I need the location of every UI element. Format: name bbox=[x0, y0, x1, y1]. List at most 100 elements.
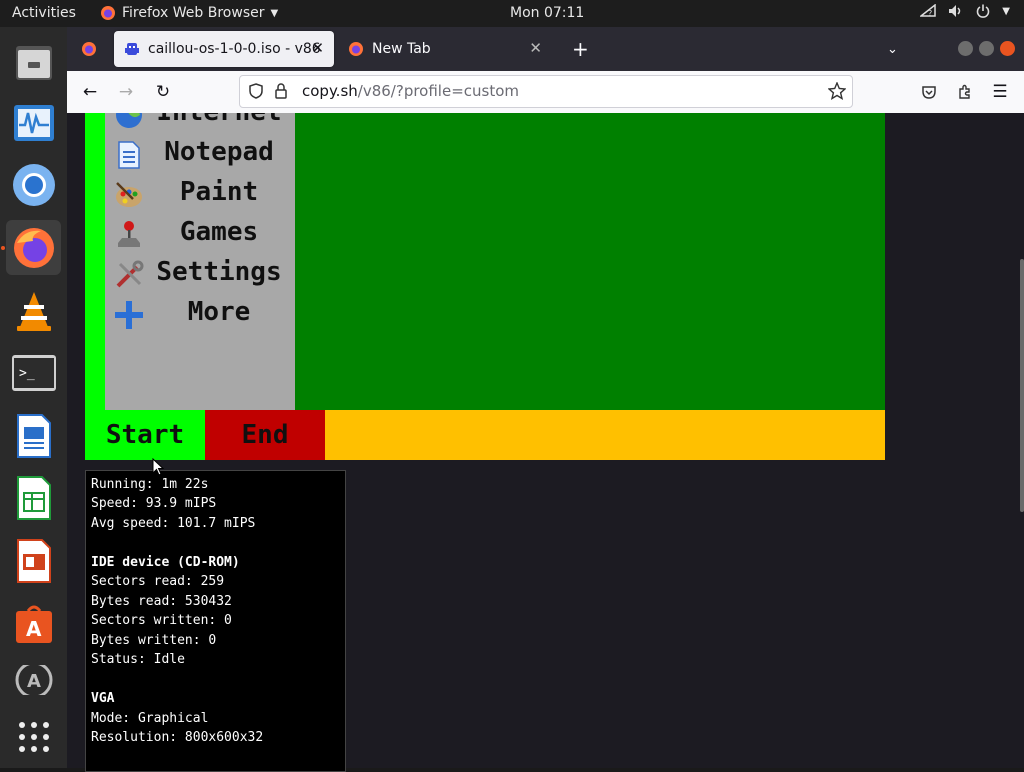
firefox-view-button[interactable] bbox=[75, 31, 103, 67]
menu-item-label: Notepad bbox=[164, 137, 274, 167]
system-monitor-icon bbox=[13, 104, 54, 141]
list-all-tabs-button[interactable]: ⌄ bbox=[887, 31, 907, 67]
svg-text:A: A bbox=[27, 671, 41, 692]
plus-icon: + bbox=[572, 37, 589, 61]
close-window-button[interactable] bbox=[1000, 41, 1015, 56]
tab-new-tab[interactable]: New Tab ✕ bbox=[342, 31, 552, 67]
window-controls bbox=[958, 41, 1015, 56]
menu-button[interactable]: ☰ bbox=[988, 80, 1012, 104]
dock-vlc[interactable] bbox=[6, 283, 61, 338]
firefox-icon bbox=[101, 6, 115, 20]
firefox-window: caillou-os-1-0-0.iso - v86 ✕ New Tab ✕ +… bbox=[67, 27, 1024, 772]
menu-item-internet[interactable]: Internet bbox=[105, 113, 295, 135]
dock-system-monitor[interactable] bbox=[6, 95, 61, 150]
close-tab-icon[interactable]: ✕ bbox=[311, 39, 324, 57]
vm-taskbar: Start End bbox=[85, 410, 885, 460]
dock-firefox[interactable] bbox=[6, 220, 61, 275]
new-tab-button[interactable]: + bbox=[572, 31, 592, 67]
start-menu: Internet Notepad Paint Games Settings bbox=[105, 113, 295, 410]
system-tray[interactable]: ? ▼ bbox=[920, 4, 1010, 18]
vm-left-strip bbox=[85, 113, 105, 410]
chromium-icon bbox=[12, 163, 55, 206]
impress-icon bbox=[16, 538, 51, 583]
tab-caillou[interactable]: caillou-os-1-0-0.iso - v86 ✕ bbox=[114, 31, 334, 67]
vm-screen[interactable]: Internet Notepad Paint Games Settings bbox=[85, 113, 885, 460]
puzzle-icon bbox=[959, 84, 970, 99]
dock-chromium[interactable] bbox=[6, 157, 61, 212]
reload-icon: ↻ bbox=[155, 82, 171, 102]
menu-item-games[interactable]: Games bbox=[105, 215, 295, 255]
chevron-down-icon: ⌄ bbox=[887, 41, 898, 57]
dock: >_ A A bbox=[0, 27, 67, 768]
pocket-button[interactable] bbox=[917, 80, 941, 104]
bookmark-star-icon[interactable] bbox=[828, 82, 846, 100]
dock-terminal[interactable]: >_ bbox=[6, 345, 61, 400]
menu-item-label: Settings bbox=[156, 257, 282, 287]
svg-text:?: ? bbox=[928, 9, 932, 18]
chevron-down-icon: ▼ bbox=[1002, 5, 1010, 17]
lock-icon bbox=[275, 83, 287, 99]
power-icon bbox=[977, 4, 990, 18]
hamburger-icon: ☰ bbox=[992, 82, 1008, 102]
menu-item-label: Paint bbox=[179, 177, 259, 207]
running-indicator bbox=[1, 246, 5, 250]
forward-button[interactable]: → bbox=[114, 80, 138, 104]
back-button[interactable]: ← bbox=[78, 80, 102, 104]
svg-text:A: A bbox=[26, 617, 42, 641]
stat-resolution: Resolution: 800x600x32 bbox=[91, 730, 264, 745]
app-menu[interactable]: Firefox Web Browser ▼ bbox=[100, 5, 278, 21]
dock-show-apps[interactable] bbox=[6, 709, 61, 764]
extensions-button[interactable] bbox=[953, 80, 977, 104]
url-text: copy.sh/v86/?profile=custom bbox=[302, 82, 519, 100]
stat-sectors-read: Sectors read: 259 bbox=[91, 574, 225, 589]
menu-item-label: Games bbox=[179, 217, 259, 247]
url-path: /v86/?profile=custom bbox=[357, 82, 520, 100]
stat-avg-speed: Avg speed: 101.7 mIPS bbox=[91, 516, 256, 531]
dock-files[interactable] bbox=[6, 34, 61, 89]
stat-ide-heading: IDE device (CD-ROM) bbox=[91, 555, 240, 570]
page-scrollbar[interactable] bbox=[1020, 259, 1024, 512]
writer-icon bbox=[16, 413, 51, 458]
menu-item-notepad[interactable]: Notepad bbox=[105, 135, 295, 175]
stat-speed: Speed: 93.9 mIPS bbox=[91, 496, 217, 511]
page-content: Internet Notepad Paint Games Settings bbox=[67, 113, 1024, 772]
close-tab-icon[interactable]: ✕ bbox=[529, 39, 542, 57]
chevron-down-icon: ▼ bbox=[270, 7, 279, 19]
tools-icon bbox=[116, 260, 144, 288]
files-icon bbox=[15, 45, 52, 80]
app-name: Firefox Web Browser bbox=[122, 5, 265, 21]
menu-item-more[interactable]: More bbox=[105, 295, 295, 335]
top-bar: Activities Firefox Web Browser ▼ Mon 07:… bbox=[0, 0, 1024, 27]
menu-item-settings[interactable]: Settings bbox=[105, 255, 295, 295]
shield-icon bbox=[249, 83, 263, 99]
emulator-stats-panel: Running: 1m 22s Speed: 93.9 mIPS Avg spe… bbox=[85, 470, 346, 772]
clock[interactable]: Mon 07:11 bbox=[510, 5, 584, 21]
firefox-icon bbox=[13, 227, 54, 268]
end-button[interactable]: End bbox=[205, 410, 325, 460]
stat-mode: Mode: Graphical bbox=[91, 711, 209, 726]
dock-software-center[interactable]: A bbox=[6, 595, 61, 650]
reload-button[interactable]: ↻ bbox=[151, 80, 175, 104]
stat-running: Running: 1m 22s bbox=[91, 477, 209, 492]
menu-item-paint[interactable]: Paint bbox=[105, 175, 295, 215]
url-bar[interactable]: copy.sh/v86/?profile=custom bbox=[239, 75, 853, 108]
dock-updater[interactable]: A bbox=[6, 665, 61, 695]
paint-palette-icon bbox=[116, 182, 142, 207]
dock-impress[interactable] bbox=[6, 533, 61, 588]
joystick-icon bbox=[118, 221, 140, 247]
calc-icon bbox=[16, 475, 51, 520]
tab-title: New Tab bbox=[372, 41, 431, 57]
minimize-button[interactable] bbox=[958, 41, 973, 56]
dock-writer[interactable] bbox=[6, 408, 61, 463]
volume-icon bbox=[949, 5, 961, 17]
navigation-toolbar: ← → ↻ copy.sh/v86/?profile=custom ☰ bbox=[67, 71, 1024, 114]
firefox-icon bbox=[82, 42, 96, 56]
activities-button[interactable]: Activities bbox=[12, 5, 76, 21]
dock-calc[interactable] bbox=[6, 470, 61, 525]
notepad-icon bbox=[118, 141, 140, 169]
arrow-right-icon: → bbox=[118, 82, 134, 102]
maximize-button[interactable] bbox=[979, 41, 994, 56]
svg-text:>_: >_ bbox=[19, 366, 35, 381]
menu-item-label: Internet bbox=[145, 113, 293, 127]
start-button[interactable]: Start bbox=[85, 410, 205, 460]
